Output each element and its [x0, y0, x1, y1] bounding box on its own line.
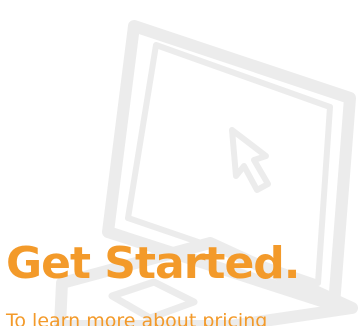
- cursor-arrow-icon: [229, 127, 271, 193]
- pricing-subtext: To learn more about pricing: [6, 310, 268, 326]
- get-started-heading: Get Started.: [6, 238, 301, 289]
- get-started-hero: Get Started. To learn more about pricing: [0, 0, 359, 326]
